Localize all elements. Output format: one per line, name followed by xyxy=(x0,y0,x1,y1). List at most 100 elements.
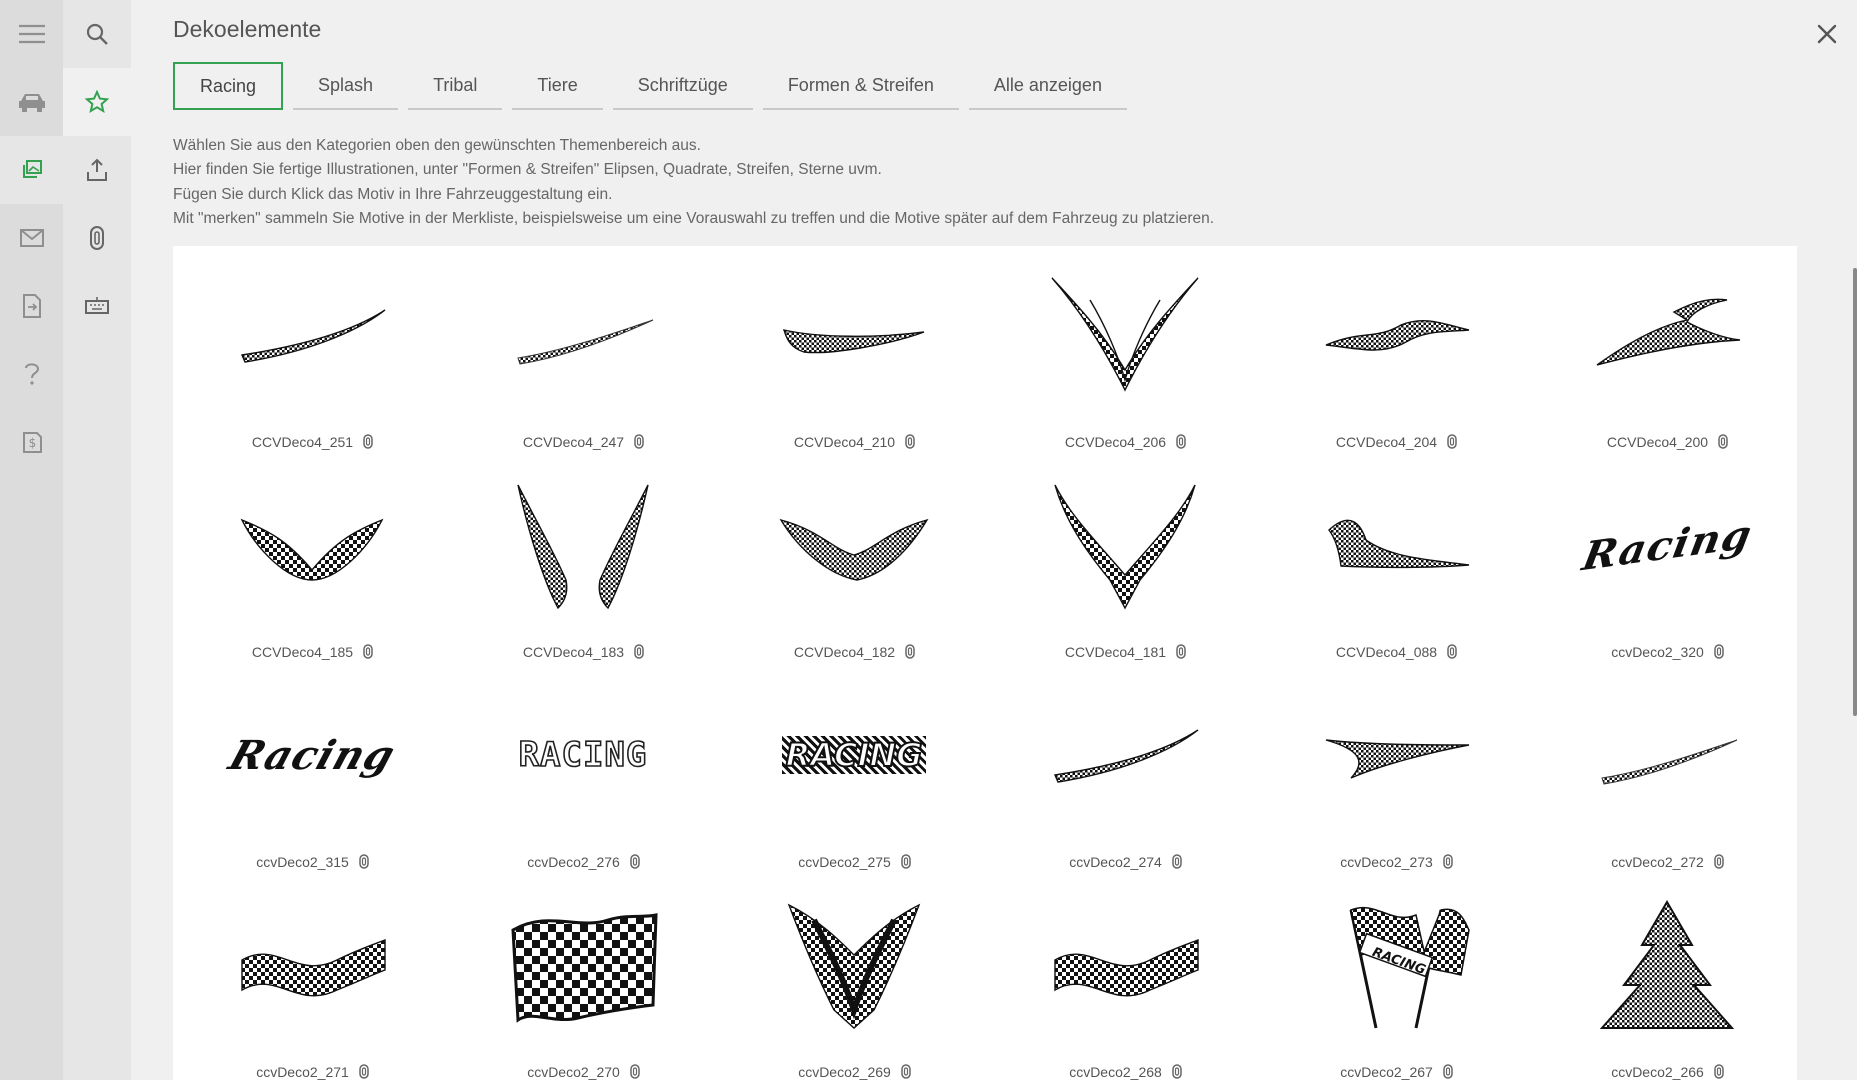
tab-formen-streifen[interactable]: Formen & Streifen xyxy=(762,62,959,110)
motif-thumbnail[interactable] xyxy=(237,900,387,1030)
bookmark-clip-icon[interactable] xyxy=(905,644,915,662)
bookmark-clip-icon[interactable] xyxy=(1443,1064,1453,1080)
motif-caption: CCVDeco4_247 xyxy=(448,434,719,452)
motif-thumbnail[interactable] xyxy=(1050,480,1200,610)
motif-graphic xyxy=(1054,729,1199,783)
main-panel: Dekoelemente Racing Splash Tribal Tiere Schr… xyxy=(131,0,1857,1080)
motif-caption: ccvDeco2_276 xyxy=(448,854,719,872)
scrollbar-thumb[interactable] xyxy=(1853,268,1857,716)
motif-caption: CCVDeco4_204 xyxy=(1261,434,1532,452)
motif-item: CCVDeco4_210 xyxy=(719,252,990,462)
motif-name: ccvDeco2_272 xyxy=(1611,854,1704,870)
motif-thumbnail[interactable] xyxy=(1321,270,1471,400)
tab-splash[interactable]: Splash xyxy=(293,62,399,110)
tool-button-star[interactable] xyxy=(63,68,131,136)
motif-graphic xyxy=(241,938,386,997)
bookmark-clip-icon[interactable] xyxy=(359,854,369,872)
tool-button-search[interactable] xyxy=(63,0,131,68)
bookmark-clip-icon[interactable] xyxy=(1443,854,1453,872)
bookmark-clip-icon[interactable] xyxy=(363,644,373,662)
motif-thumbnail[interactable] xyxy=(779,480,929,610)
motif-thumbnail[interactable] xyxy=(779,900,929,1030)
bookmark-clip-icon[interactable] xyxy=(905,434,915,452)
bookmark-clip-icon[interactable] xyxy=(630,854,640,872)
motif-name: ccvDeco2_270 xyxy=(527,1064,620,1080)
motif-caption: ccvDeco2_269 xyxy=(719,1064,990,1080)
rail-button-car[interactable] xyxy=(0,68,63,136)
motif-graphic xyxy=(511,913,658,1023)
motif-caption: ccvDeco2_272 xyxy=(1532,854,1797,872)
motif-thumbnail[interactable] xyxy=(1592,900,1742,1030)
motif-grid-panel[interactable]: CCVDeco4_251 CCVDeco4_247 CCVDeco4_210 CCVD… xyxy=(173,246,1797,1080)
rail-button-price[interactable]: $ xyxy=(0,408,63,476)
svg-text:$: $ xyxy=(28,436,36,450)
motif-thumbnail[interactable]: RACING xyxy=(508,690,658,820)
bookmark-clip-icon[interactable] xyxy=(1714,644,1724,662)
motif-thumbnail[interactable] xyxy=(1592,270,1742,400)
motif-item: CCVDeco4_182 xyxy=(719,462,990,672)
motif-thumbnail[interactable] xyxy=(1321,480,1471,610)
motif-graphic xyxy=(779,518,929,581)
bookmark-clip-icon[interactable] xyxy=(634,644,644,662)
tab-alle-anzeigen[interactable]: Alle anzeigen xyxy=(968,62,1127,110)
motif-thumbnail[interactable] xyxy=(1050,690,1200,820)
rail-button-help[interactable] xyxy=(0,340,63,408)
motif-caption: CCVDeco4_210 xyxy=(719,434,990,452)
bookmark-clip-icon[interactable] xyxy=(1718,434,1728,452)
tab-tiere[interactable]: Tiere xyxy=(512,62,603,110)
bookmark-clip-icon[interactable] xyxy=(363,434,373,452)
motif-graphic xyxy=(1325,739,1470,779)
motif-thumbnail[interactable] xyxy=(237,480,387,610)
motif-thumbnail[interactable] xyxy=(779,270,929,400)
motif-graphic xyxy=(782,329,925,354)
tool-button-upload[interactable] xyxy=(63,136,131,204)
motif-thumbnail[interactable] xyxy=(508,270,658,400)
motif-graphic xyxy=(240,518,384,581)
motif-caption: CCVDeco4_251 xyxy=(177,434,448,452)
tool-button-clip[interactable] xyxy=(63,204,131,272)
rail-button-menu[interactable] xyxy=(0,0,63,68)
motif-caption: ccvDeco2_268 xyxy=(990,1064,1261,1080)
bookmark-clip-icon[interactable] xyxy=(1447,434,1457,452)
bookmark-clip-icon[interactable] xyxy=(359,1064,369,1080)
price-icon: $ xyxy=(22,432,42,453)
bookmark-clip-icon[interactable] xyxy=(1714,854,1724,872)
bookmark-clip-icon[interactable] xyxy=(1714,1064,1724,1080)
motif-thumbnail[interactable] xyxy=(508,480,658,610)
motif-thumbnail[interactable] xyxy=(1321,690,1471,820)
tab-tribal[interactable]: Tribal xyxy=(408,62,503,110)
motif-thumbnail[interactable] xyxy=(1592,690,1742,820)
tool-button-keyboard[interactable] xyxy=(63,272,131,340)
motif-thumbnail[interactable]: RACING xyxy=(1321,900,1471,1030)
tab-racing[interactable]: Racing xyxy=(173,62,284,110)
mail-icon xyxy=(19,229,44,247)
bookmark-clip-icon[interactable] xyxy=(1172,854,1182,872)
motif-thumbnail[interactable] xyxy=(1050,900,1200,1030)
clip-icon xyxy=(90,226,104,250)
motif-graphic xyxy=(787,903,921,1029)
motif-caption: ccvDeco2_275 xyxy=(719,854,990,872)
rail-button-mail[interactable] xyxy=(0,204,63,272)
close-button[interactable] xyxy=(1813,20,1841,48)
motif-thumbnail[interactable]: RACING xyxy=(779,690,929,820)
motif-thumbnail[interactable] xyxy=(1050,270,1200,400)
motif-graphic xyxy=(1599,900,1735,1029)
motif-thumbnail[interactable]: Racing xyxy=(1578,480,1755,610)
motif-thumbnail[interactable] xyxy=(508,900,658,1030)
rail-button-document[interactable] xyxy=(0,272,63,340)
document-icon xyxy=(22,294,41,318)
motif-thumbnail[interactable]: Racing xyxy=(223,690,401,820)
tab-schriftzüge[interactable]: Schriftzüge xyxy=(612,62,753,110)
bookmark-clip-icon[interactable] xyxy=(1172,1064,1182,1080)
bookmark-clip-icon[interactable] xyxy=(1176,644,1186,662)
motif-thumbnail[interactable] xyxy=(237,270,387,400)
bookmark-clip-icon[interactable] xyxy=(1176,434,1186,452)
bookmark-clip-icon[interactable] xyxy=(634,434,644,452)
keyboard-icon xyxy=(85,297,109,314)
bookmark-clip-icon[interactable] xyxy=(1447,644,1457,662)
bookmark-clip-icon[interactable] xyxy=(901,854,911,872)
bookmark-clip-icon[interactable] xyxy=(901,1064,911,1080)
bookmark-clip-icon[interactable] xyxy=(630,1064,640,1080)
rail-button-gallery[interactable] xyxy=(0,136,63,204)
motif-caption: ccvDeco2_270 xyxy=(448,1064,719,1080)
